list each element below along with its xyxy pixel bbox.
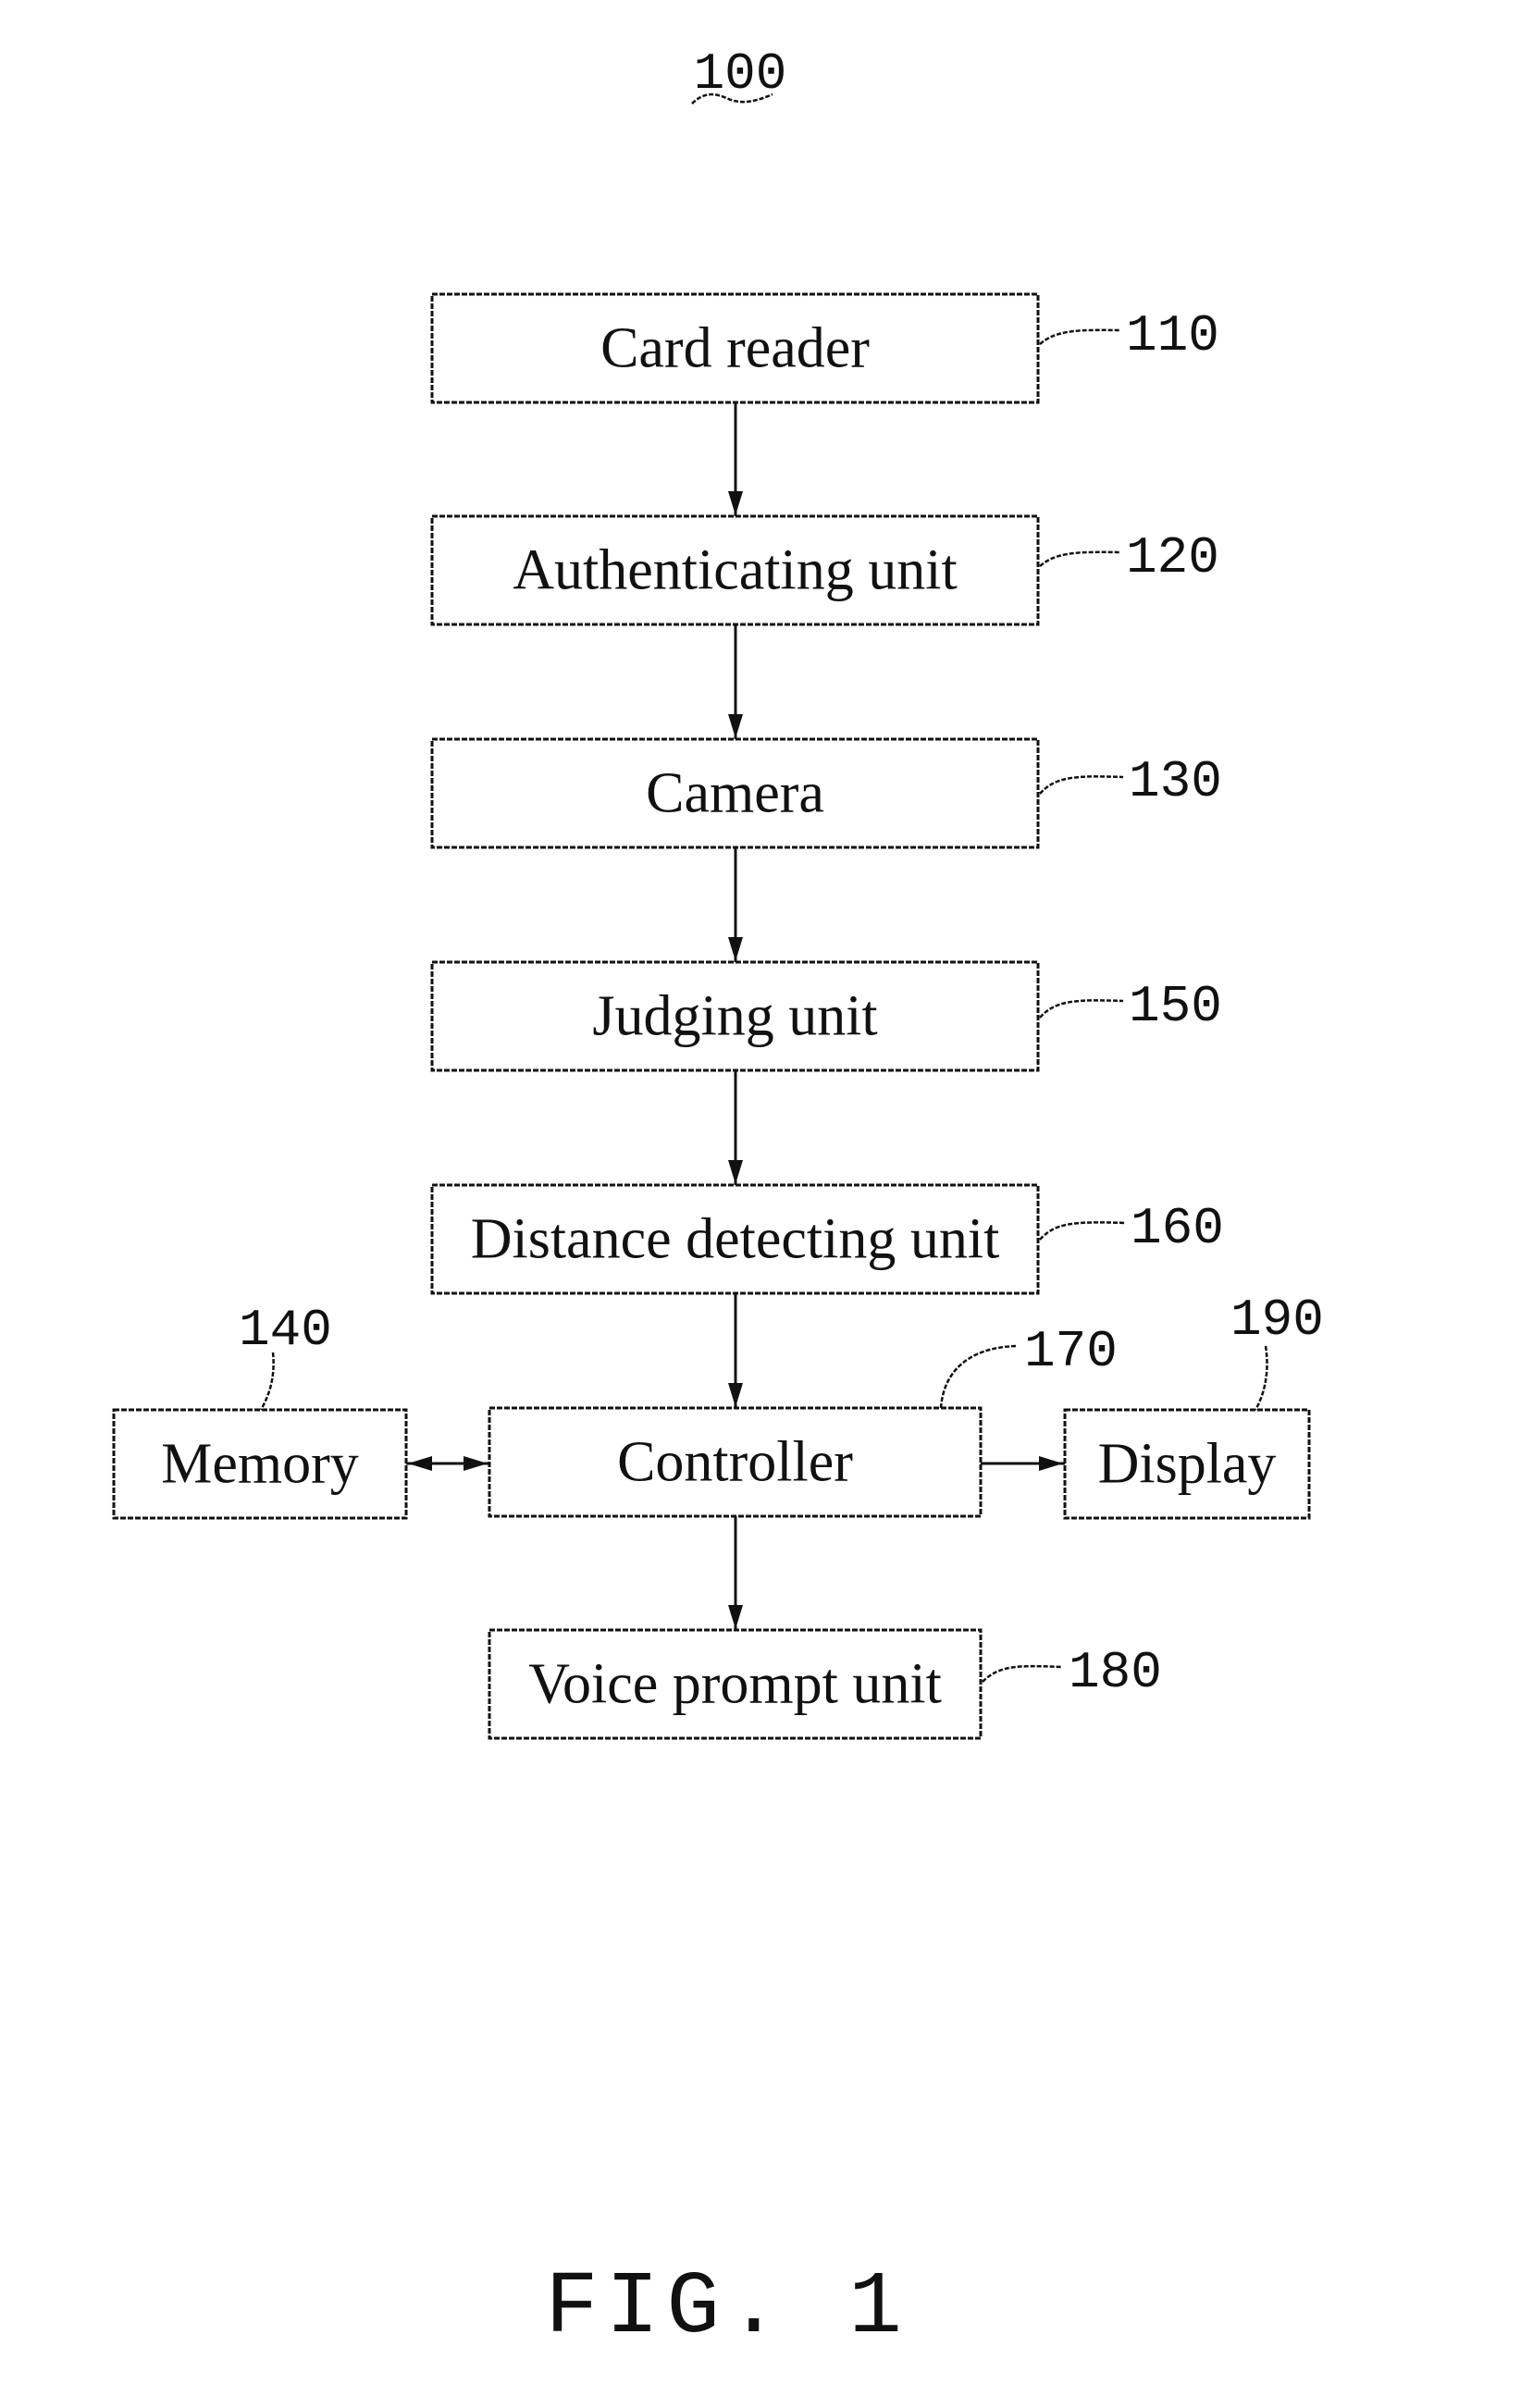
block-memory: Memory <box>112 1408 408 1520</box>
leader-line-130 <box>1039 775 1124 795</box>
reference-120: 120 <box>1039 528 1219 587</box>
block-judging-unit: Judging unit <box>430 960 1040 1072</box>
arrowhead-icon <box>728 714 743 738</box>
connector-controller-to-voice-prompt-unit <box>728 1516 743 1630</box>
reference-numeral-170: 170 <box>1024 1322 1118 1381</box>
controller-label: Controller <box>617 1431 853 1494</box>
reference-140: 140 <box>239 1301 332 1411</box>
arrowhead-icon <box>728 1383 743 1407</box>
leader-line-170 <box>939 1344 1019 1409</box>
arrowhead-icon <box>464 1456 488 1471</box>
block-distance-detecting-unit: Distance detecting unit <box>430 1183 1040 1295</box>
arrowhead-icon <box>728 1605 743 1629</box>
reference-numeral-130: 130 <box>1129 752 1222 811</box>
card-reader-label: Card reader <box>600 317 870 380</box>
arrowhead-icon <box>728 937 743 961</box>
reference-150: 150 <box>1039 977 1222 1036</box>
block-controller: Controller <box>488 1406 983 1518</box>
connector-distance-detecting-unit-to-controller <box>728 1293 743 1408</box>
leader-line-110 <box>1039 328 1120 345</box>
leader-line-120 <box>1039 550 1120 567</box>
voice-prompt-unit-label: Voice prompt unit <box>528 1653 942 1716</box>
leader-line-190 <box>1254 1345 1268 1411</box>
reference-numeral-190: 190 <box>1230 1290 1324 1350</box>
leader-line-160 <box>1039 1221 1126 1241</box>
connector-card-reader-to-authenticating-unit <box>728 402 743 516</box>
distance-detecting-unit-label: Distance detecting unit <box>471 1208 1000 1271</box>
arrowhead-icon <box>1039 1456 1063 1471</box>
reference-numeral-160: 160 <box>1131 1199 1224 1258</box>
reference-170: 170 <box>939 1322 1118 1409</box>
reference-numeral-180: 180 <box>1069 1643 1162 1702</box>
leader-line-180 <box>982 1664 1063 1683</box>
connector-authenticating-unit-to-camera <box>728 624 743 739</box>
judging-unit-label: Judging unit <box>592 985 877 1048</box>
figure-reference-numeral: 100 <box>694 44 787 104</box>
reference-numeral-110: 110 <box>1126 306 1219 365</box>
reference-180: 180 <box>982 1643 1162 1702</box>
arrowhead-icon <box>408 1456 432 1471</box>
block-camera: Camera <box>430 737 1040 849</box>
memory-label: Memory <box>161 1433 359 1496</box>
block-display: Display <box>1063 1408 1311 1520</box>
reference-numeral-120: 120 <box>1126 528 1219 587</box>
authenticating-unit-label: Authenticating unit <box>513 539 957 602</box>
reference-numeral-140: 140 <box>239 1301 332 1360</box>
leader-line-140 <box>259 1352 275 1411</box>
reference-160: 160 <box>1039 1199 1224 1258</box>
connector-judging-unit-to-distance-detecting-unit <box>728 1070 743 1185</box>
camera-label: Camera <box>646 762 824 825</box>
arrowhead-icon <box>728 491 743 515</box>
connector-camera-to-judging-unit <box>728 847 743 962</box>
display-label: Display <box>1098 1433 1277 1496</box>
block-card-reader: Card reader <box>430 292 1040 404</box>
leader-line-150 <box>1039 999 1124 1019</box>
reference-190: 190 <box>1230 1290 1324 1411</box>
connector-controller-to-display <box>981 1456 1065 1471</box>
arrowhead-icon <box>728 1160 743 1184</box>
reference-numeral-150: 150 <box>1129 977 1222 1036</box>
reference-130: 130 <box>1039 752 1222 811</box>
block-authenticating-unit: Authenticating unit <box>430 514 1040 626</box>
block-voice-prompt-unit: Voice prompt unit <box>488 1628 983 1740</box>
block-diagram: 100 Card reader Authenticating unit Camera… <box>112 44 1324 2358</box>
reference-110: 110 <box>1039 306 1219 365</box>
connector-controller-to-memory <box>406 1456 489 1471</box>
figure-caption: FIG. 1 <box>545 2257 909 2358</box>
